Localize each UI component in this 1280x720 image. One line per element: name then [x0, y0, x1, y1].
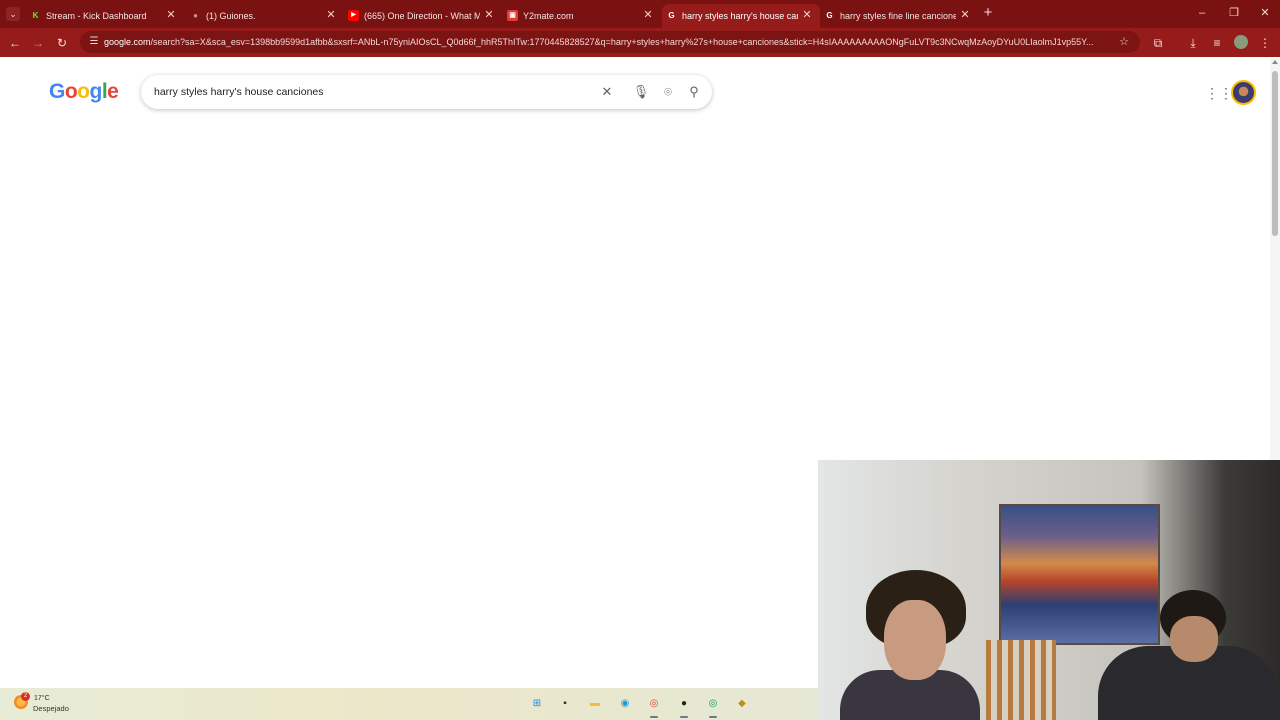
- close-tab-icon[interactable]: ✕: [958, 8, 972, 22]
- restore-button[interactable]: ❐: [1226, 5, 1242, 21]
- logo-letter: e: [107, 80, 119, 103]
- chrome-icon[interactable]: ◎: [646, 696, 662, 712]
- clear-search-icon[interactable]: ✕: [598, 83, 616, 101]
- weather-condition[interactable]: Despejado: [33, 704, 69, 714]
- close-tab-icon[interactable]: ✕: [800, 8, 814, 22]
- reload-icon[interactable]: ↻: [53, 34, 71, 52]
- account-avatar[interactable]: [1231, 80, 1256, 105]
- close-window-button[interactable]: ✕: [1257, 5, 1273, 21]
- webcam-overlay: [818, 460, 1280, 720]
- app-icon[interactable]: ◆: [734, 696, 750, 712]
- person-left: [840, 570, 980, 720]
- search-input[interactable]: harry styles harry's house canciones: [154, 85, 324, 99]
- logo-letter: G: [49, 80, 65, 103]
- google-icon: G: [826, 11, 833, 20]
- logo-letter: g: [89, 80, 103, 103]
- close-tab-icon[interactable]: ✕: [324, 8, 338, 22]
- logo-letter: o: [77, 80, 90, 103]
- bookmark-star-icon[interactable]: ☆: [1116, 34, 1132, 50]
- chrome-profile-icon[interactable]: ◎: [705, 696, 721, 712]
- kick-icon: K: [32, 11, 39, 20]
- scroll-up-arrow[interactable]: [1272, 60, 1278, 64]
- voice-search-icon[interactable]: 🎙: [632, 83, 650, 101]
- running-indicator: [680, 716, 688, 718]
- search-icon[interactable]: ⚲: [685, 83, 703, 101]
- url-text[interactable]: google.com/search?sa=X&sca_esv=1398bb959…: [104, 35, 1104, 49]
- site-info-icon[interactable]: ☰: [86, 34, 102, 50]
- google-icon: G: [668, 11, 675, 20]
- close-tab-icon[interactable]: ✕: [641, 8, 655, 22]
- edge-icon[interactable]: ◉: [617, 696, 633, 712]
- google-logo[interactable]: Google: [49, 79, 119, 105]
- windows-start-icon[interactable]: ⊞: [529, 696, 545, 712]
- taskbar: 2 17°C Despejado ⊞ ▪ ▬ ◉ ◎ ● ◎ ◆: [0, 688, 818, 720]
- search-box[interactable]: harry styles harry's house canciones ✕ 🎙…: [141, 75, 712, 109]
- tab[interactable]: Gharry styles fine line canciones ✕: [820, 4, 978, 28]
- extensions-icon[interactable]: ⧉: [1149, 34, 1167, 52]
- weather-badge: 2: [21, 692, 30, 701]
- youtube-icon: ▶: [348, 10, 359, 21]
- running-indicator: [650, 716, 658, 718]
- file-explorer-icon[interactable]: ▬: [587, 696, 603, 712]
- back-icon[interactable]: ←: [6, 34, 24, 52]
- forward-icon[interactable]: →: [29, 34, 47, 52]
- tab[interactable]: K Stream - Kick Dashboard ✕: [26, 4, 184, 28]
- y2mate-icon: ▣: [507, 10, 518, 21]
- lens-search-icon[interactable]: ⌾: [659, 83, 677, 101]
- person-right: [1088, 590, 1278, 720]
- google-apps-icon[interactable]: ⋮⋮: [1205, 84, 1233, 102]
- menu-icon[interactable]: ⋮: [1256, 34, 1274, 52]
- browser-toolbar: ← → ↻ ☰ google.com/search?sa=X&sca_esv=1…: [0, 28, 1280, 57]
- logo-letter: o: [64, 80, 78, 103]
- tab-strip: ⌄ K Stream - Kick Dashboard ✕ ● (1) Guiones.…: [0, 0, 1280, 28]
- tab-title: Y2mate.com: [523, 11, 574, 21]
- tab-title: harry styles harry's house canci: [682, 11, 798, 21]
- tab[interactable]: Gharry styles harry's house canci ✕: [662, 4, 820, 28]
- tab[interactable]: ▶ (665) One Direction - What Ma ✕: [344, 4, 502, 28]
- notion-icon: ●: [193, 11, 198, 20]
- weather-temperature[interactable]: 17°C: [34, 694, 50, 703]
- tab[interactable]: ▣ Y2mate.com ✕: [503, 4, 661, 28]
- scrollbar-thumb[interactable]: [1272, 71, 1278, 236]
- terminal-icon[interactable]: ▪: [557, 696, 573, 712]
- new-tab-button[interactable]: +: [980, 5, 996, 21]
- address-bar[interactable]: ☰ google.com/search?sa=X&sca_esv=1398bb9…: [80, 31, 1140, 53]
- downloads-icon[interactable]: ⤓: [1184, 34, 1202, 52]
- minimize-button[interactable]: –: [1194, 5, 1210, 21]
- chair: [986, 640, 1056, 720]
- profile-avatar[interactable]: [1234, 35, 1248, 49]
- media-control-icon[interactable]: ≡: [1208, 34, 1226, 52]
- tab-title: Stream - Kick Dashboard: [46, 11, 147, 21]
- close-tab-icon[interactable]: ✕: [164, 8, 178, 22]
- tab[interactable]: ● (1) Guiones. ✕: [186, 4, 344, 28]
- tab-search-button[interactable]: ⌄: [6, 7, 20, 21]
- obs-icon[interactable]: ●: [676, 696, 692, 712]
- tab-title: (1) Guiones.: [206, 11, 256, 21]
- tab-title: (665) One Direction - What Ma: [364, 11, 480, 21]
- tab-title: harry styles fine line canciones: [840, 11, 956, 21]
- close-tab-icon[interactable]: ✕: [482, 8, 496, 22]
- running-indicator: [709, 716, 717, 718]
